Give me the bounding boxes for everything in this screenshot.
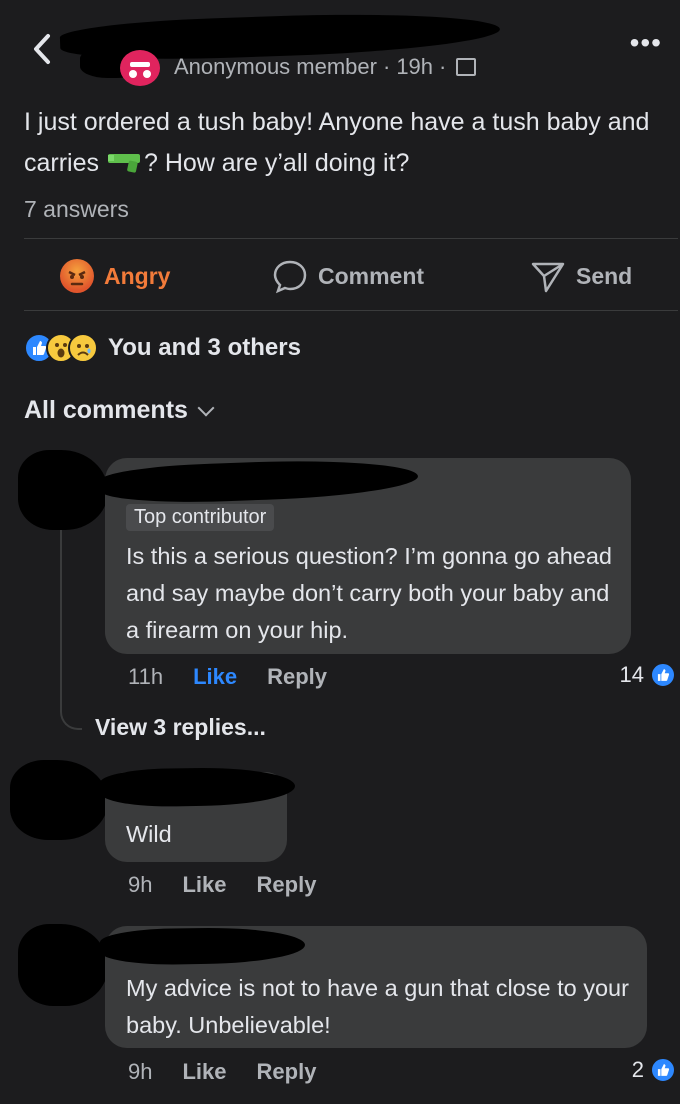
reply-button[interactable]: Reply (257, 872, 317, 898)
author-name[interactable]: Anonymous member (174, 54, 377, 79)
like-button[interactable]: Like (182, 872, 226, 898)
comment-like-count[interactable]: 2 (632, 1057, 676, 1083)
comment-like-count[interactable]: 14 (620, 662, 676, 688)
like-button[interactable]: Like (182, 1059, 226, 1085)
back-arrow-icon[interactable] (26, 32, 60, 66)
like-icon (650, 1057, 676, 1083)
water-pistol-emoji-icon (107, 154, 140, 173)
comment-text: Wild (126, 821, 172, 847)
angry-label: Angry (104, 262, 171, 289)
comment-actions: 9h Like Reply (128, 872, 316, 898)
send-button[interactable]: Send (530, 256, 632, 296)
anonymous-avatar[interactable] (120, 50, 160, 86)
post-header: Anonymous member · 19h · ••• (0, 8, 680, 90)
view-replies-link[interactable]: View 3 replies... (95, 714, 266, 741)
reply-button[interactable]: Reply (267, 664, 327, 690)
reply-thread-line (60, 530, 82, 730)
angry-reaction-button[interactable]: Angry (60, 256, 170, 296)
comment-label: Comment (318, 262, 425, 289)
reply-button[interactable]: Reply (257, 1059, 317, 1085)
comments-sort-dropdown[interactable]: All comments (24, 396, 215, 425)
comment-text: Is this a serious question? I’m gonna go… (126, 543, 612, 643)
comments-sort-label: All comments (24, 396, 188, 424)
like-icon (650, 662, 676, 688)
divider (24, 310, 678, 311)
anonymous-icon (129, 62, 151, 78)
comment-time[interactable]: 9h (128, 872, 152, 898)
send-label: Send (576, 262, 633, 289)
redacted-commenter-avatar (18, 450, 108, 530)
divider (24, 238, 678, 239)
answers-count[interactable]: 7 answers (24, 196, 129, 223)
more-options-icon[interactable]: ••• (630, 29, 662, 57)
like-count: 2 (631, 1057, 644, 1082)
reactions-summary-text: You and 3 others (108, 334, 301, 361)
comment-icon (273, 260, 307, 294)
group-visibility-icon (456, 58, 477, 76)
chevron-down-icon (197, 399, 215, 416)
comment-actions: 9h Like Reply (128, 1059, 316, 1085)
sad-reaction-icon (68, 333, 98, 363)
comment-button[interactable]: Comment (272, 256, 424, 296)
post-text-part-2: ? How are y’all doing it? (143, 149, 410, 177)
comment-time[interactable]: 9h (128, 1059, 152, 1085)
post-age[interactable]: 19h (396, 54, 433, 79)
angry-face-icon (60, 259, 94, 293)
send-icon (531, 262, 565, 293)
redacted-commenter-avatar (18, 924, 108, 1006)
like-count: 14 (619, 662, 644, 687)
reactions-summary[interactable]: You and 3 others (24, 328, 301, 368)
redacted-commenter-avatar (10, 760, 108, 840)
comment-actions: 11h Like Reply (128, 664, 327, 690)
top-contributor-badge: Top contributor (126, 504, 275, 531)
comment-time[interactable]: 11h (128, 664, 163, 690)
post-text: I just ordered a tush baby! Anyone have … (24, 102, 664, 184)
like-button[interactable]: Like (193, 664, 237, 690)
post-meta: Anonymous member · 19h · (174, 54, 477, 80)
comment-text: My advice is not to have a gun that clos… (126, 975, 629, 1038)
